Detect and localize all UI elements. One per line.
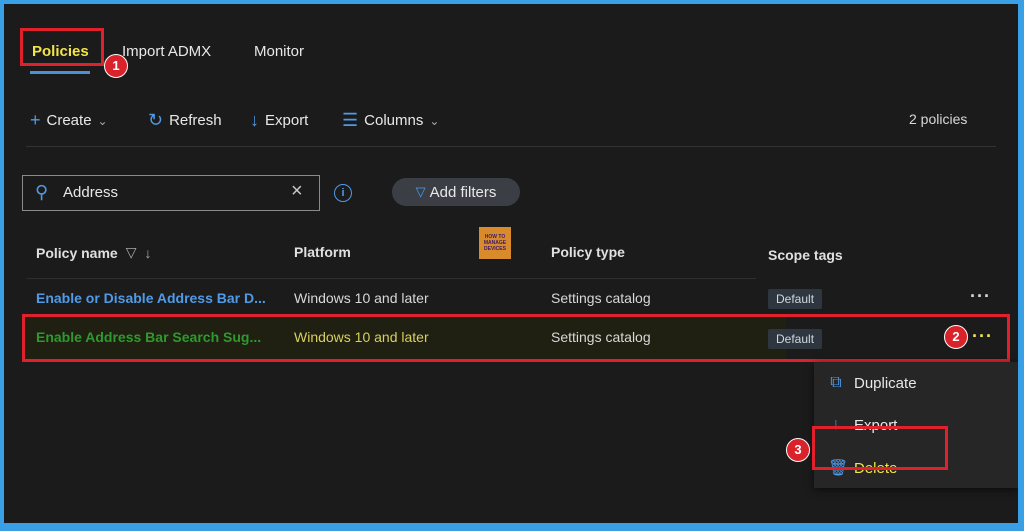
more-options-icon[interactable]: ··· <box>970 286 991 307</box>
column-header-policy-name[interactable]: Policy name ▽ ↓ <box>36 244 151 261</box>
tab-monitor[interactable]: Monitor <box>254 43 304 60</box>
policy-type-cell: Settings catalog <box>551 290 651 306</box>
column-header-scope-tags[interactable]: Scope tags <box>768 247 843 263</box>
export-button[interactable]: ↓ Export <box>250 110 308 131</box>
toolbar-divider <box>26 146 996 147</box>
header-divider <box>26 278 756 279</box>
copy-icon: ⧉ <box>830 374 842 391</box>
menu-item-label: Duplicate <box>854 374 917 392</box>
columns-icon: ☰ <box>342 110 359 130</box>
create-label: Create <box>46 112 92 129</box>
policy-name-link[interactable]: Enable or Disable Address Bar D... <box>36 290 266 306</box>
annotation-badge-2: 2 <box>944 325 968 349</box>
column-header-label: Policy name <box>36 244 118 261</box>
refresh-icon: ↻ <box>148 110 164 130</box>
annotation-badge-1: 1 <box>104 54 128 78</box>
annotation-box-1 <box>20 28 104 66</box>
chevron-down-icon: ⌄ <box>97 113 108 128</box>
active-tab-indicator <box>30 71 90 74</box>
annotation-box-2 <box>22 314 1010 362</box>
add-filters-button[interactable]: ▽ Add filters <box>392 178 520 206</box>
create-button[interactable]: + Create ⌄ <box>30 110 108 131</box>
refresh-button[interactable]: ↻ Refresh <box>148 110 222 131</box>
chevron-down-icon: ⌄ <box>429 113 440 128</box>
refresh-label: Refresh <box>169 112 222 129</box>
add-filters-label: Add filters <box>429 183 497 201</box>
platform-cell: Windows 10 and later <box>294 290 429 306</box>
columns-label: Columns <box>364 112 424 129</box>
export-label: Export <box>265 112 309 129</box>
sort-down-icon[interactable]: ↓ <box>144 245 151 261</box>
annotation-badge-3: 3 <box>786 438 810 462</box>
clear-icon[interactable]: × <box>291 180 303 203</box>
app-window: Policies Import ADMX Monitor 1 + Create … <box>4 4 1018 523</box>
search-icon: ⚲ <box>35 182 49 202</box>
annotation-box-3 <box>812 426 948 470</box>
download-icon: ↓ <box>250 110 259 130</box>
policy-count: 2 policies <box>909 111 968 127</box>
scope-tag: Default <box>768 289 823 309</box>
menu-item-duplicate[interactable]: ⧉ Duplicate <box>828 374 917 392</box>
filter-icon: ▽ <box>415 184 426 199</box>
columns-button[interactable]: ☰ Columns ⌄ <box>342 110 439 131</box>
search-box[interactable]: ⚲ × <box>22 175 320 211</box>
filter-icon[interactable]: ▽ <box>126 244 137 261</box>
tab-import-admx[interactable]: Import ADMX <box>122 43 211 60</box>
info-icon[interactable]: i <box>334 184 352 202</box>
search-input[interactable] <box>63 184 283 201</box>
column-header-policy-type[interactable]: Policy type <box>551 244 625 260</box>
plus-icon: + <box>30 110 41 130</box>
brand-logo: HOW TO MANAGE DEVICES <box>479 227 511 259</box>
column-header-platform[interactable]: Platform <box>294 244 351 260</box>
